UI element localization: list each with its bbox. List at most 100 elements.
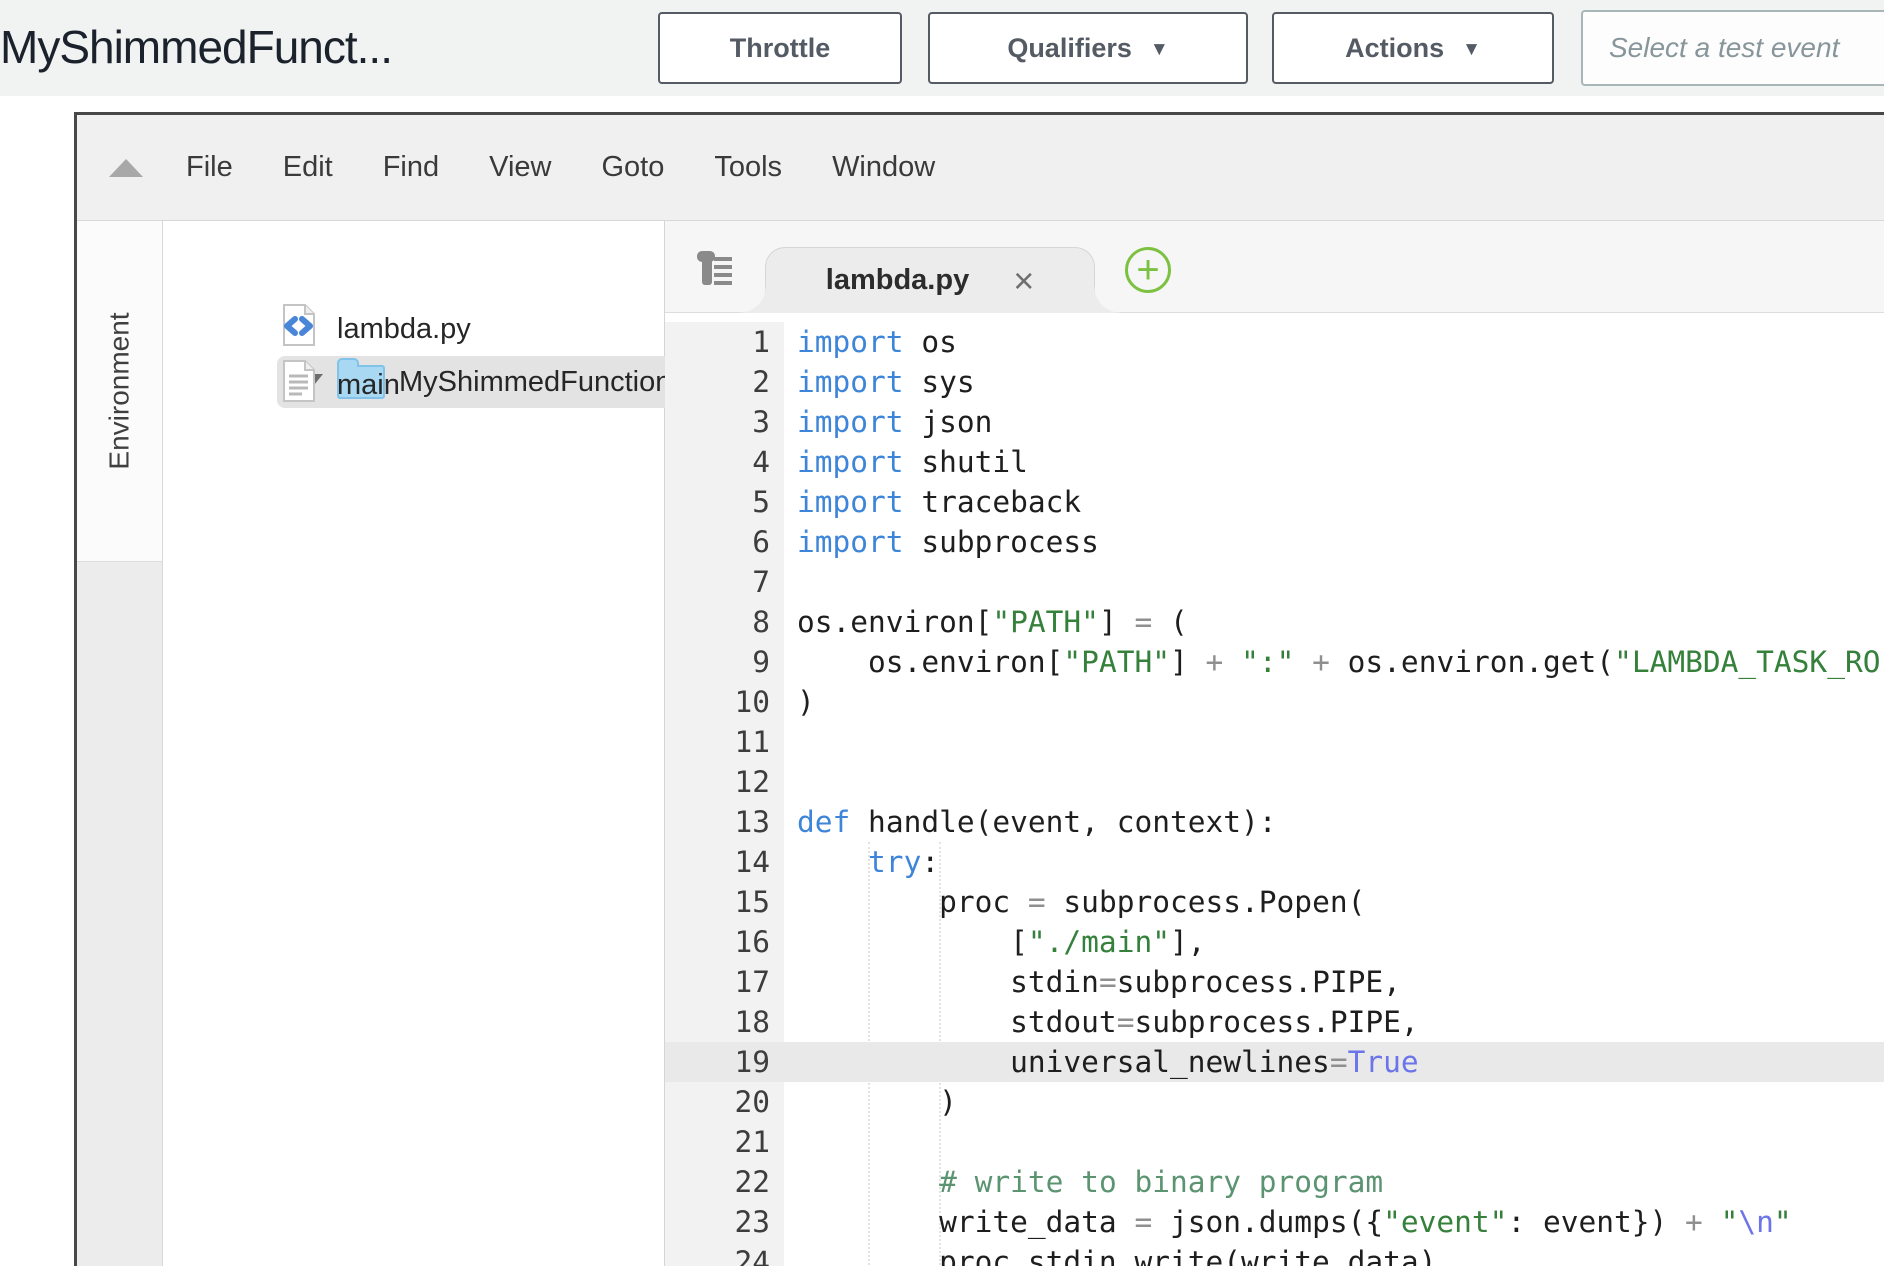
code-text: universal_newlines=True <box>784 1042 1419 1082</box>
tab-environment[interactable]: Environment <box>77 221 162 562</box>
line-number: 13 <box>665 802 784 842</box>
line-number: 19 <box>665 1042 784 1082</box>
code-line-16[interactable]: 16 ["./main"], <box>665 922 1884 962</box>
line-number: 1 <box>665 322 784 362</box>
menu-item-find[interactable]: Find <box>358 151 464 184</box>
qualifiers-dropdown-button[interactable]: Qualifiers ▼ <box>928 12 1248 84</box>
code-line-9[interactable]: 9 os.environ["PATH"] + ":" + os.environ.… <box>665 642 1884 682</box>
chevron-down-icon: ▼ <box>1462 39 1481 61</box>
code-line-20[interactable]: 20 ) <box>665 1082 1884 1122</box>
collapse-panel-icon[interactable] <box>109 159 143 177</box>
line-number: 2 <box>665 362 784 402</box>
code-line-3[interactable]: 3import json <box>665 402 1884 442</box>
menu-item-edit[interactable]: Edit <box>258 151 358 184</box>
menu-item-goto[interactable]: Goto <box>576 151 689 184</box>
left-tab-strip: Environment <box>77 221 163 1266</box>
line-number: 3 <box>665 402 784 442</box>
throttle-button[interactable]: Throttle <box>658 12 902 84</box>
code-line-8[interactable]: 8os.environ["PATH"] = ( <box>665 602 1884 642</box>
code-text <box>784 762 797 802</box>
function-name: MyShimmedFunct... <box>0 20 392 74</box>
code-text: stdout=subprocess.PIPE, <box>784 1002 1419 1042</box>
code-text: ) <box>784 1082 957 1122</box>
cloud9-ide-window: FileEditFindViewGotoToolsWindow Environm… <box>74 112 1884 1266</box>
throttle-button-label: Throttle <box>730 33 831 64</box>
code-line-19[interactable]: 19 universal_newlines=True <box>665 1042 1884 1082</box>
code-line-17[interactable]: 17 stdin=subprocess.PIPE, <box>665 962 1884 1002</box>
code-text: import json <box>784 402 992 442</box>
code-editor[interactable]: 1import os2import sys3import json4import… <box>665 314 1884 1266</box>
menu-item-view[interactable]: View <box>464 151 576 184</box>
code-line-21[interactable]: 21 <box>665 1122 1884 1162</box>
line-number: 12 <box>665 762 784 802</box>
close-tab-icon[interactable]: × <box>1013 263 1034 299</box>
tree-item-lambda-py[interactable]: lambda.py <box>281 303 471 356</box>
file-icon <box>281 359 317 412</box>
code-line-4[interactable]: 4import shutil <box>665 442 1884 482</box>
code-text: proc.stdin.write(write_data) <box>784 1242 1436 1266</box>
code-line-11[interactable]: 11 <box>665 722 1884 762</box>
code-text: ["./main"], <box>784 922 1206 962</box>
code-line-15[interactable]: 15 proc = subprocess.Popen( <box>665 882 1884 922</box>
code-line-12[interactable]: 12 <box>665 762 1884 802</box>
line-number: 5 <box>665 482 784 522</box>
code-text: import sys <box>784 362 975 402</box>
python-file-icon <box>281 303 317 356</box>
code-text: import subprocess <box>784 522 1099 562</box>
code-line-10[interactable]: 10) <box>665 682 1884 722</box>
tab-lambda-py[interactable]: lambda.py × <box>765 247 1095 313</box>
line-number: 10 <box>665 682 784 722</box>
line-number: 11 <box>665 722 784 762</box>
code-text <box>784 562 797 602</box>
code-line-5[interactable]: 5import traceback <box>665 482 1884 522</box>
file-name: lambda.py <box>337 313 471 346</box>
file-tree: MyShimmedFunction lambda.py <box>164 221 665 1266</box>
code-line-24[interactable]: 24 proc.stdin.write(write_data) <box>665 1242 1884 1266</box>
lambda-console-page: MyShimmedFunct... Throttle Qualifiers ▼ … <box>0 0 1884 1266</box>
menu-item-window[interactable]: Window <box>807 151 960 184</box>
line-number: 18 <box>665 1002 784 1042</box>
test-event-select[interactable]: Select a test event <box>1581 10 1884 86</box>
code-line-14[interactable]: 14 try: <box>665 842 1884 882</box>
code-text: # write to binary program <box>784 1162 1383 1202</box>
code-text: stdin=subprocess.PIPE, <box>784 962 1401 1002</box>
code-text: write_data = json.dumps({"event": event}… <box>784 1202 1792 1242</box>
code-line-13[interactable]: 13def handle(event, context): <box>665 802 1884 842</box>
actions-button-label: Actions <box>1345 33 1444 64</box>
qualifiers-button-label: Qualifiers <box>1007 33 1132 64</box>
code-text: os.environ["PATH"] = ( <box>784 602 1188 642</box>
function-header: MyShimmedFunct... Throttle Qualifiers ▼ … <box>0 0 1884 96</box>
tree-item-main[interactable]: main <box>281 359 400 412</box>
code-line-6[interactable]: 6import subprocess <box>665 522 1884 562</box>
code-text: import shutil <box>784 442 1028 482</box>
code-line-18[interactable]: 18 stdout=subprocess.PIPE, <box>665 1002 1884 1042</box>
code-line-23[interactable]: 23 write_data = json.dumps({"event": eve… <box>665 1202 1884 1242</box>
code-text: import os <box>784 322 957 362</box>
line-number: 22 <box>665 1162 784 1202</box>
menu-item-file[interactable]: File <box>161 151 258 184</box>
editor-menu-bar: FileEditFindViewGotoToolsWindow <box>77 115 1884 221</box>
code-line-1[interactable]: 1import os <box>665 322 1884 362</box>
file-name: main <box>337 369 400 402</box>
code-text <box>784 722 797 762</box>
line-number: 9 <box>665 642 784 682</box>
tab-list-icon[interactable] <box>693 245 739 296</box>
menu-item-tools[interactable]: Tools <box>689 151 807 184</box>
new-tab-icon[interactable]: + <box>1125 247 1171 293</box>
actions-dropdown-button[interactable]: Actions ▼ <box>1272 12 1554 84</box>
line-number: 14 <box>665 842 784 882</box>
menu-bar-items: FileEditFindViewGotoToolsWindow <box>161 151 960 184</box>
test-event-placeholder: Select a test event <box>1609 32 1839 64</box>
code-line-22[interactable]: 22 # write to binary program <box>665 1162 1884 1202</box>
editor-tab-bar: lambda.py × + <box>665 221 1884 313</box>
code-line-7[interactable]: 7 <box>665 562 1884 602</box>
code-text: ) <box>784 682 815 722</box>
code-text: os.environ["PATH"] + ":" + os.environ.ge… <box>784 642 1880 682</box>
line-number: 16 <box>665 922 784 962</box>
line-number: 6 <box>665 522 784 562</box>
line-number: 20 <box>665 1082 784 1122</box>
line-number: 8 <box>665 602 784 642</box>
code-line-2[interactable]: 2import sys <box>665 362 1884 402</box>
code-text: proc = subprocess.Popen( <box>784 882 1365 922</box>
line-number: 7 <box>665 562 784 602</box>
